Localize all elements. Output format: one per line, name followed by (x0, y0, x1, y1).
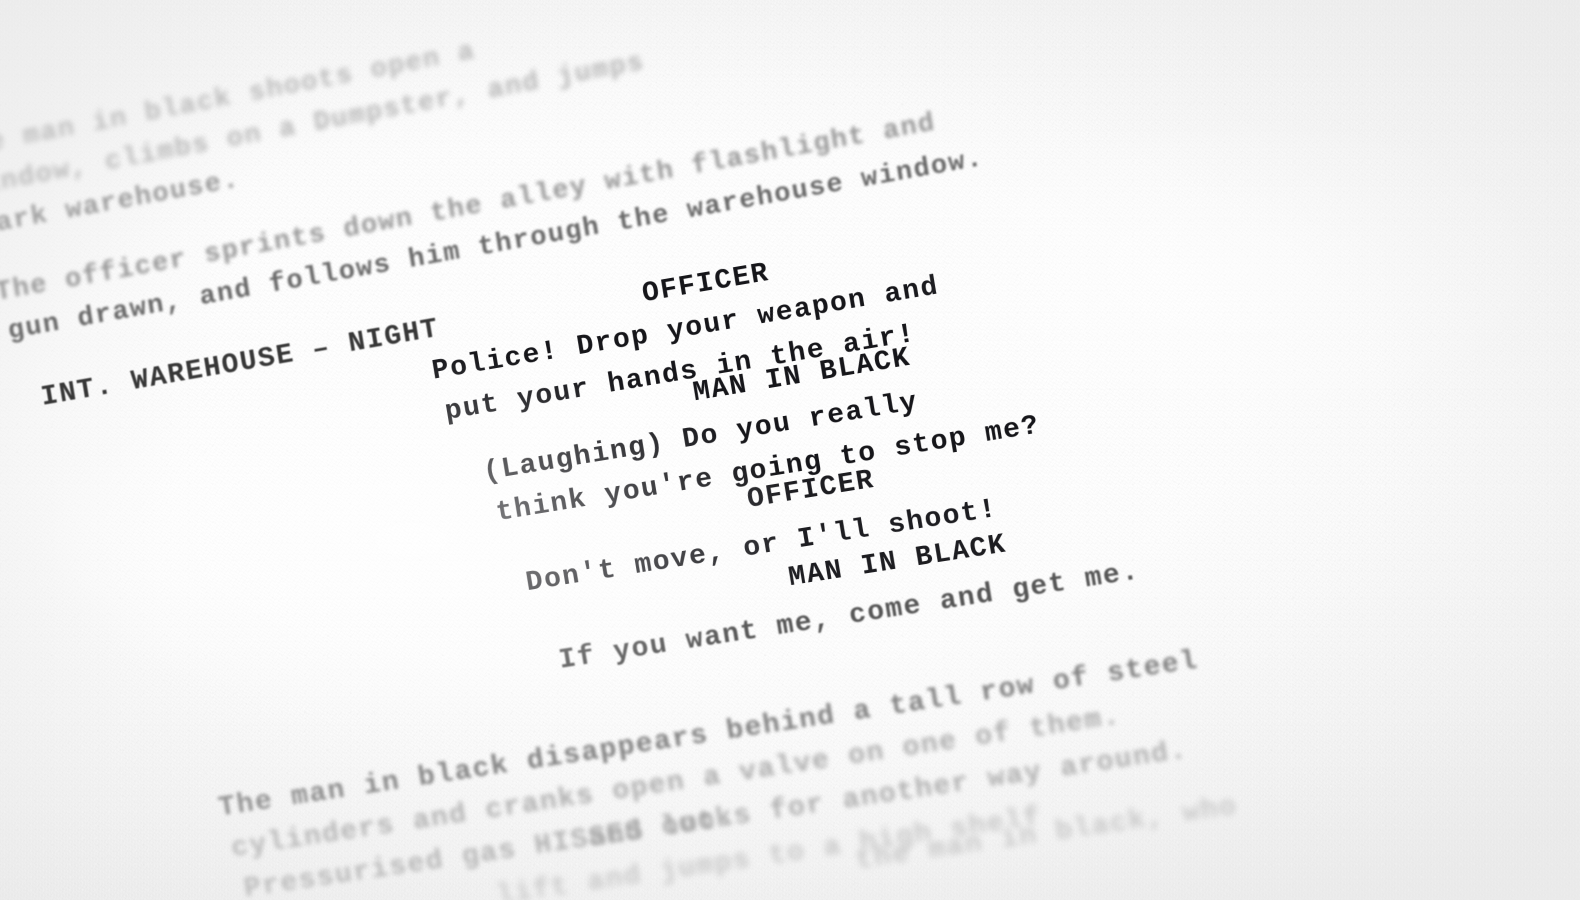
script-line: (Laughing) Do you really (481, 386, 921, 489)
script-line: MAN IN BLACK (690, 342, 914, 410)
screenplay-page: The man in black shoots open a window, cl… (0, 0, 1580, 900)
script-line: Pressurised gas HISSES out. (241, 802, 737, 900)
script-line: put your hands in the air! (442, 318, 919, 429)
script-line: dark warehouse. (0, 165, 243, 243)
script-line: OFFICER (640, 258, 772, 311)
script-line: gun drawn, and follows him through the w… (5, 144, 986, 348)
script-line: INT. WAREHOUSE – NIGHT (38, 313, 442, 414)
script-line: If you want me, come and get me. (556, 556, 1142, 677)
script-line: and looks for another way around. (586, 735, 1191, 855)
script-text-plane: The man in black shoots open a window, cl… (0, 0, 1580, 900)
script-line: The officer sprints down the alley with … (0, 108, 939, 309)
script-line: The man in black disappears behind a tal… (216, 645, 1201, 825)
script-line: Don't move, or I'll shoot! (523, 493, 1000, 600)
script-line: think you're going to stop me? (493, 410, 1043, 530)
script-line: Police! Drop your weapon and (429, 271, 942, 388)
script-line: OFFICER (745, 464, 877, 516)
script-line: MAN IN BLACK (786, 529, 1009, 595)
script-line: cylinders and cranks open a valve on one… (229, 701, 1124, 865)
